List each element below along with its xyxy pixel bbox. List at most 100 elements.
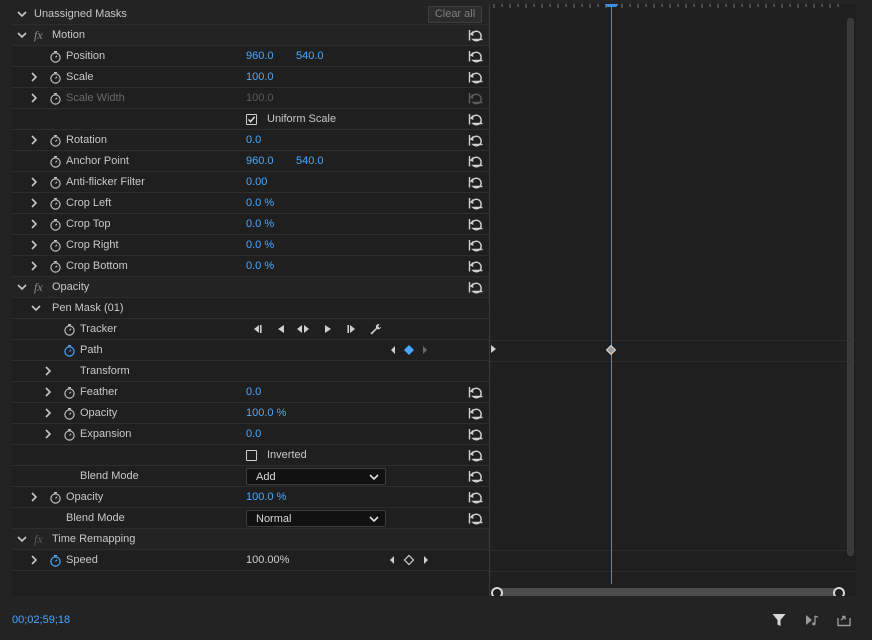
- fx-icon[interactable]: fx: [34, 28, 43, 43]
- zoom-end-handle[interactable]: [833, 587, 845, 596]
- stopwatch-icon[interactable]: [63, 323, 76, 336]
- anchor-point-x-value[interactable]: 960.0: [246, 155, 274, 167]
- stopwatch-icon[interactable]: [49, 260, 62, 273]
- track-selected-mask-forward-one-frame-icon[interactable]: [345, 323, 359, 335]
- inverted-checkbox[interactable]: [246, 450, 257, 461]
- chevron-right-icon[interactable]: [29, 177, 39, 187]
- mask-opacity-value[interactable]: 100.0 %: [246, 407, 286, 419]
- unassigned-masks-row[interactable]: Unassigned Masks Clear all: [12, 4, 490, 25]
- reset-icon[interactable]: [468, 260, 484, 273]
- stopwatch-icon[interactable]: [49, 197, 62, 210]
- reset-icon[interactable]: [468, 134, 484, 147]
- current-timecode[interactable]: 00;02;59;18: [12, 614, 70, 626]
- opacity-effect-row[interactable]: fx Opacity: [12, 277, 490, 298]
- stopwatch-icon[interactable]: [49, 155, 62, 168]
- track-selected-mask-backward-icon[interactable]: [274, 323, 288, 335]
- chevron-right-icon[interactable]: [43, 408, 53, 418]
- chevron-right-icon[interactable]: [43, 429, 53, 439]
- reset-icon[interactable]: [468, 281, 484, 294]
- crop-bottom-value[interactable]: 0.0 %: [246, 260, 274, 272]
- playhead-handle[interactable]: [605, 4, 618, 7]
- stopwatch-icon[interactable]: [63, 386, 76, 399]
- reset-icon[interactable]: [468, 428, 484, 441]
- feather-value[interactable]: 0.0: [246, 386, 261, 398]
- crop-left-value[interactable]: 0.0 %: [246, 197, 274, 209]
- mask-blend-mode-select[interactable]: Add: [246, 468, 386, 485]
- next-keyframe-icon[interactable]: [417, 344, 431, 356]
- reset-icon[interactable]: [468, 512, 484, 525]
- position-x-value[interactable]: 960.0: [246, 50, 274, 62]
- position-y-value[interactable]: 540.0: [296, 50, 324, 62]
- previous-keyframe-icon[interactable]: [386, 554, 400, 566]
- playhead[interactable]: [611, 4, 612, 584]
- stopwatch-icon[interactable]: [63, 344, 76, 357]
- speed-value[interactable]: 100.00%: [246, 554, 289, 566]
- track-selected-mask-backward-one-frame-icon[interactable]: [250, 323, 264, 335]
- track-selected-mask-both-directions-icon[interactable]: [296, 323, 310, 335]
- crop-top-value[interactable]: 0.0 %: [246, 218, 274, 230]
- fx-icon[interactable]: fx: [34, 532, 43, 547]
- path-keyframe-icon[interactable]: [606, 345, 616, 355]
- chevron-right-icon[interactable]: [29, 261, 39, 271]
- effect-controls-timeline[interactable]: [490, 4, 856, 596]
- time-remapping-effect-row[interactable]: fx Time Remapping: [12, 529, 490, 550]
- play-audio-icon[interactable]: [804, 612, 820, 628]
- chevron-down-icon[interactable]: [17, 30, 27, 40]
- stopwatch-icon[interactable]: [49, 218, 62, 231]
- reset-icon[interactable]: [468, 176, 484, 189]
- timeline-zoom-scrollbar[interactable]: [491, 587, 845, 596]
- chevron-right-icon[interactable]: [29, 135, 39, 145]
- wrench-icon[interactable]: [369, 323, 383, 335]
- fx-icon[interactable]: fx: [34, 280, 43, 295]
- chevron-right-icon[interactable]: [29, 198, 39, 208]
- stopwatch-icon[interactable]: [49, 176, 62, 189]
- chevron-right-icon[interactable]: [29, 555, 39, 565]
- expansion-value[interactable]: 0.0: [246, 428, 261, 440]
- uniform-scale-checkbox[interactable]: [246, 114, 257, 125]
- stopwatch-icon[interactable]: [49, 239, 62, 252]
- add-remove-keyframe-icon[interactable]: [402, 554, 416, 566]
- reset-icon[interactable]: [468, 50, 484, 63]
- reset-icon[interactable]: [468, 218, 484, 231]
- reset-icon[interactable]: [468, 491, 484, 504]
- clear-all-button[interactable]: Clear all: [428, 6, 482, 23]
- motion-effect-row[interactable]: fx Motion: [12, 25, 490, 46]
- reset-icon[interactable]: [468, 449, 484, 462]
- previous-keyframe-icon[interactable]: [388, 344, 402, 356]
- chevron-right-icon[interactable]: [43, 366, 53, 376]
- stopwatch-icon[interactable]: [63, 407, 76, 420]
- crop-right-value[interactable]: 0.0 %: [246, 239, 274, 251]
- stopwatch-icon[interactable]: [49, 134, 62, 147]
- chevron-down-icon[interactable]: [31, 303, 41, 313]
- zoom-start-handle[interactable]: [491, 587, 503, 596]
- reset-icon[interactable]: [468, 197, 484, 210]
- chevron-right-icon[interactable]: [29, 93, 39, 103]
- rotation-value[interactable]: 0.0: [246, 134, 261, 146]
- reset-icon[interactable]: [468, 113, 484, 126]
- chevron-down-icon[interactable]: [17, 9, 27, 19]
- anti-flicker-value[interactable]: 0.00: [246, 176, 267, 188]
- reset-icon[interactable]: [468, 386, 484, 399]
- opacity-value[interactable]: 100.0 %: [246, 491, 286, 503]
- reset-icon[interactable]: [468, 239, 484, 252]
- stopwatch-icon[interactable]: [49, 554, 62, 567]
- chevron-down-icon[interactable]: [17, 282, 27, 292]
- chevron-right-icon[interactable]: [29, 492, 39, 502]
- chevron-right-icon[interactable]: [43, 387, 53, 397]
- pen-mask-row[interactable]: Pen Mask (01): [12, 298, 490, 319]
- filter-icon[interactable]: [771, 612, 787, 628]
- reset-icon[interactable]: [468, 470, 484, 483]
- reset-icon[interactable]: [468, 29, 484, 42]
- chevron-down-icon[interactable]: [17, 534, 27, 544]
- anchor-point-y-value[interactable]: 540.0: [296, 155, 324, 167]
- stopwatch-icon[interactable]: [49, 491, 62, 504]
- add-remove-keyframe-icon[interactable]: [402, 344, 416, 356]
- next-keyframe-icon[interactable]: [418, 554, 432, 566]
- blend-mode-select[interactable]: Normal: [246, 510, 386, 527]
- stopwatch-icon[interactable]: [49, 71, 62, 84]
- chevron-right-icon[interactable]: [29, 72, 39, 82]
- time-ruler[interactable]: [490, 4, 842, 10]
- vertical-scrollbar[interactable]: [847, 18, 854, 556]
- stopwatch-icon[interactable]: [49, 50, 62, 63]
- reset-icon[interactable]: [468, 407, 484, 420]
